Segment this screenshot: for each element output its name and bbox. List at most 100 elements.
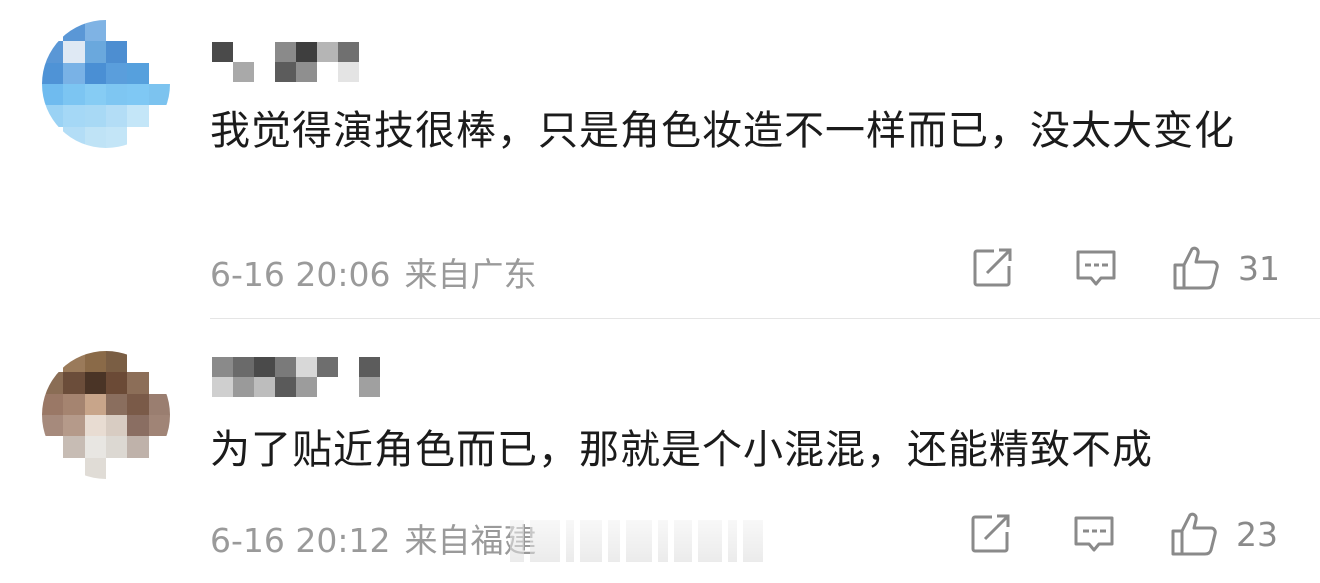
username-pixel bbox=[254, 42, 275, 62]
avatar-pixel bbox=[106, 393, 128, 415]
watermark-block bbox=[698, 520, 722, 562]
avatar-pixel bbox=[84, 41, 106, 63]
watermark-block bbox=[608, 520, 620, 562]
avatar-pixel bbox=[42, 105, 64, 127]
username-pixel bbox=[296, 42, 317, 62]
comment-meta: 6-16 20:06 来自广东 bbox=[210, 248, 537, 296]
username-pixel bbox=[317, 62, 338, 82]
reply-button[interactable] bbox=[1072, 515, 1116, 555]
username-pixel bbox=[212, 42, 233, 62]
avatar-pixel bbox=[84, 415, 106, 437]
username-pixel bbox=[338, 42, 359, 62]
avatar-pixel bbox=[127, 372, 149, 394]
avatar-pixel bbox=[127, 41, 149, 63]
username-pixel bbox=[233, 62, 254, 82]
avatar-pixel bbox=[42, 436, 64, 458]
watermark-block bbox=[743, 520, 763, 562]
like-count: 23 bbox=[1236, 514, 1278, 554]
avatar-pixel bbox=[106, 372, 128, 394]
username-pixel bbox=[233, 357, 254, 377]
reply-button[interactable] bbox=[1074, 249, 1118, 289]
avatar-pixel bbox=[63, 105, 85, 127]
username-pixel bbox=[338, 62, 359, 82]
avatar-pixel bbox=[106, 84, 128, 106]
username-pixel bbox=[317, 377, 338, 397]
avatar-pixel bbox=[127, 105, 149, 127]
avatar-pixel bbox=[84, 20, 106, 42]
username-pixelated[interactable] bbox=[212, 42, 359, 82]
like-button[interactable]: 31 bbox=[1172, 245, 1280, 291]
avatar-pixel bbox=[42, 41, 64, 63]
avatar-pixel bbox=[127, 436, 149, 458]
comment-text: 为了贴近角色而已，那就是个小混混，还能精致不成 bbox=[210, 427, 1153, 473]
avatar-pixel bbox=[63, 126, 85, 148]
avatar-pixel bbox=[148, 41, 170, 63]
avatar-pixel bbox=[148, 372, 170, 394]
avatar-pixel bbox=[127, 20, 149, 42]
comment-text: 我觉得演技很棒，只是角色妆造不一样而已，没太大变化 bbox=[210, 108, 1235, 154]
avatar-pixel bbox=[63, 84, 85, 106]
like-button[interactable]: 23 bbox=[1170, 511, 1278, 557]
username-pixel bbox=[296, 357, 317, 377]
watermark-block bbox=[566, 520, 574, 562]
username-pixel bbox=[359, 357, 380, 377]
repost-button[interactable] bbox=[972, 248, 1014, 288]
avatar-pixel bbox=[63, 351, 85, 373]
comment-meta: 6-16 20:12 来自福建 bbox=[210, 514, 537, 562]
avatar-pixel bbox=[148, 393, 170, 415]
username-pixel bbox=[338, 357, 359, 377]
avatar-pixel bbox=[84, 457, 106, 479]
avatar-pixel bbox=[63, 415, 85, 437]
thumbs-up-icon bbox=[1173, 246, 1219, 290]
avatar-pixel bbox=[42, 62, 64, 84]
repost-icon bbox=[973, 248, 1012, 287]
watermark-block bbox=[530, 520, 560, 562]
username-pixel bbox=[275, 357, 296, 377]
avatar-pixel bbox=[148, 126, 170, 148]
comment-item: 我觉得演技很棒，只是角色妆造不一样而已，没太大变化 6-16 20:06 来自广东… bbox=[0, 0, 1320, 318]
username-pixel bbox=[296, 62, 317, 82]
avatar-pixel bbox=[148, 62, 170, 84]
username-pixelated[interactable] bbox=[212, 357, 380, 397]
avatar-pixel bbox=[84, 62, 106, 84]
username-pixel bbox=[275, 42, 296, 62]
watermark-block bbox=[626, 520, 652, 562]
avatar-pixel bbox=[148, 351, 170, 373]
avatar-pixel bbox=[63, 41, 85, 63]
username-pixel bbox=[275, 377, 296, 397]
avatar-pixel bbox=[84, 105, 106, 127]
username-pixel bbox=[233, 377, 254, 397]
avatar-pixel bbox=[148, 415, 170, 437]
avatar-pixel bbox=[106, 105, 128, 127]
avatar-pixel bbox=[106, 126, 128, 148]
username-pixel bbox=[254, 357, 275, 377]
avatar-pixel bbox=[42, 351, 64, 373]
avatar[interactable] bbox=[42, 20, 170, 148]
repost-button[interactable] bbox=[970, 514, 1012, 554]
avatar-pixel bbox=[84, 393, 106, 415]
avatar-pixel bbox=[42, 393, 64, 415]
watermark-block bbox=[658, 520, 668, 562]
username-pixel bbox=[212, 377, 233, 397]
comment-icon bbox=[1076, 250, 1116, 286]
avatar-pixel bbox=[106, 415, 128, 437]
username-pixel bbox=[317, 357, 338, 377]
avatar-pixel bbox=[127, 84, 149, 106]
avatar-pixel bbox=[148, 105, 170, 127]
avatar-pixel bbox=[106, 436, 128, 458]
avatar[interactable] bbox=[42, 351, 170, 479]
username-pixel bbox=[317, 42, 338, 62]
avatar-pixel bbox=[84, 126, 106, 148]
avatar-pixel bbox=[106, 62, 128, 84]
avatar-pixel bbox=[42, 415, 64, 437]
avatar-pixel bbox=[148, 457, 170, 479]
avatar-pixel bbox=[84, 436, 106, 458]
username-pixel bbox=[338, 377, 359, 397]
watermark-block bbox=[674, 520, 692, 562]
avatar-pixel bbox=[106, 351, 128, 373]
avatar-pixel bbox=[148, 84, 170, 106]
avatar-pixel bbox=[127, 62, 149, 84]
username-pixel bbox=[254, 62, 275, 82]
username-pixel bbox=[212, 357, 233, 377]
avatar-pixel bbox=[148, 436, 170, 458]
